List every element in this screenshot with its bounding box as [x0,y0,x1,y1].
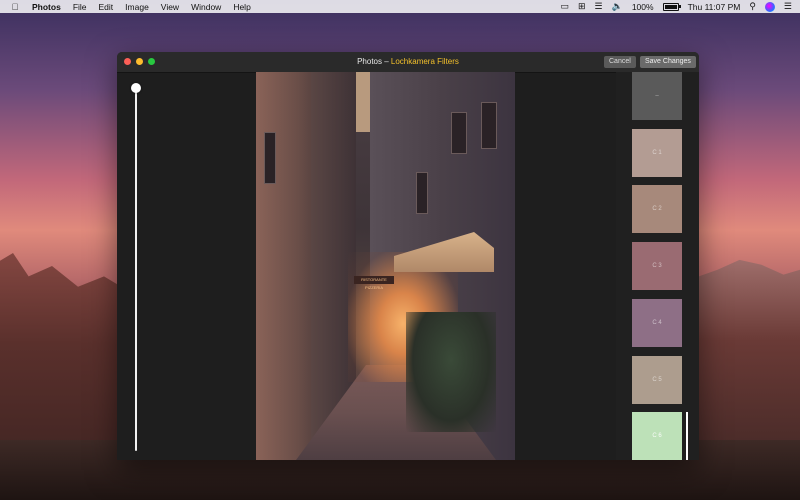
filter-thumbnail[interactable]: C 4 [632,298,682,347]
cancel-button[interactable]: Cancel [604,56,636,68]
window-title-prefix: Photos – [357,57,391,66]
photo-window [264,132,276,184]
battery-fill [664,4,677,9]
photo-plant [406,312,496,432]
apple-icon[interactable]:  [10,2,20,12]
menu-view[interactable]: View [161,2,179,12]
volume-icon[interactable]: 🔈 [612,0,623,13]
menu-bar:  Photos File Edit Image View Window Hel… [0,0,800,13]
photo-window [416,172,428,214]
photo-restaurant-sign: RISTORANTE PIZZERIA [354,276,394,290]
filter-thumbnail[interactable]: C 1 [632,128,682,177]
airplay-icon[interactable]: ▭ [560,0,569,13]
title-bar[interactable]: Photos – Lochkamera Filters Cancel Save … [117,52,699,73]
menu-clock[interactable]: Thu 11:07 PM [688,2,741,12]
filter-thumbnail[interactable]: – [632,72,682,120]
filter-thumbnail[interactable]: C 2 [632,185,682,234]
selected-filter-indicator [686,412,688,460]
filter-thumbnail[interactable]: C 3 [632,242,682,291]
photo-preview: RISTORANTE PIZZERIA [256,72,515,460]
filter-thumbnail[interactable]: C 5 [632,355,682,404]
menu-app-name[interactable]: Photos [32,2,61,12]
photos-extension-window: Photos – Lochkamera Filters Cancel Save … [117,52,699,460]
ethernet-icon[interactable]: ⊞ [578,0,586,13]
notification-center-icon[interactable]: ☰ [784,0,792,13]
spotlight-search-icon[interactable]: ⚲ [749,0,756,13]
battery-percent[interactable]: 100% [632,2,654,12]
window-title-extension: Lochkamera Filters [390,57,459,66]
photo-window [451,112,467,154]
menu-edit[interactable]: Edit [99,2,114,12]
filter-thumbnail[interactable]: C 6 [632,412,682,460]
intensity-slider-track[interactable] [135,88,137,451]
wifi-icon[interactable]: ☰ [595,0,603,13]
menu-window[interactable]: Window [191,2,221,12]
save-changes-button[interactable]: Save Changes [640,56,696,68]
photo-window [481,102,497,149]
menu-file[interactable]: File [73,2,87,12]
menu-help[interactable]: Help [233,2,250,12]
intensity-slider-knob[interactable] [131,83,141,93]
menu-image[interactable]: Image [125,2,149,12]
battery-icon[interactable] [662,2,681,11]
filter-strip: – C 1 C 2 C 3 C 4 C 5 C 6 [616,72,699,460]
siri-icon[interactable] [764,1,775,12]
